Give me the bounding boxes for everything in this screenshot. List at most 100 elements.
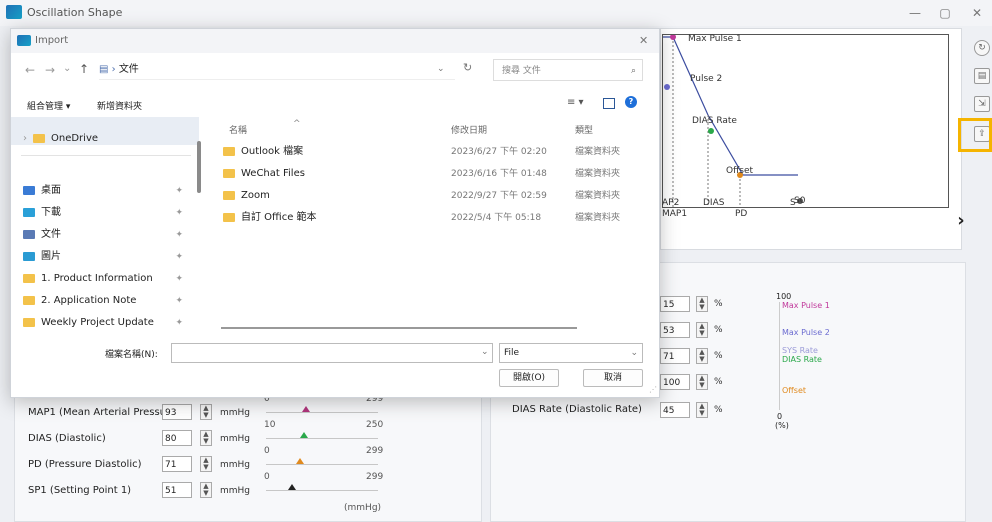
horizontal-scrollbar[interactable] xyxy=(221,327,577,329)
pressure-label: PD (Pressure Diastolic) xyxy=(28,459,142,470)
minimize-button[interactable]: — xyxy=(900,4,930,22)
sidebar-item[interactable]: 桌面 ✦ xyxy=(23,181,193,201)
file-row[interactable]: 自訂 Office 範本 2022/5/4 下午 05:18 檔案資料夾 xyxy=(217,207,637,229)
file-type: 檔案資料夾 xyxy=(575,147,621,157)
pressure-label: DIAS (Diastolic) xyxy=(28,433,106,444)
folder-icon xyxy=(23,251,35,261)
range-max: 299 xyxy=(366,472,384,482)
open-button[interactable]: 開啟(O) xyxy=(499,369,559,387)
column-date[interactable]: 修改日期 xyxy=(451,123,487,136)
file-row[interactable]: Zoom 2022/9/27 下午 02:59 檔案資料夾 xyxy=(217,185,637,207)
pressure-input[interactable]: 93 xyxy=(162,404,192,420)
maximize-button[interactable]: ▢ xyxy=(930,4,960,22)
slider-thumb[interactable] xyxy=(288,484,296,490)
percent-unit: % xyxy=(714,377,723,387)
filetype-select[interactable]: File ⌄ xyxy=(499,343,643,363)
slider-track xyxy=(266,438,378,439)
expand-chevron-icon[interactable]: › xyxy=(23,133,27,144)
legend-max-pulse-1: Max Pulse 1 xyxy=(782,301,830,310)
point-pulse-2[interactable] xyxy=(664,84,670,90)
point-dias-rate[interactable] xyxy=(708,128,714,134)
pressure-input[interactable]: 71 xyxy=(162,456,192,472)
folder-icon xyxy=(23,207,35,217)
sidebar-item[interactable]: 下載 ✦ xyxy=(23,203,193,223)
pressure-input[interactable]: 51 xyxy=(162,482,192,498)
slider-thumb[interactable] xyxy=(302,406,310,412)
folder-icon xyxy=(23,295,35,305)
next-chart-button[interactable]: › xyxy=(950,210,972,232)
range-min: 0 xyxy=(264,446,270,456)
percent-input[interactable]: 71 xyxy=(660,348,690,364)
close-button[interactable]: ✕ xyxy=(962,4,992,22)
sidebar-item-label: 下載 xyxy=(41,207,61,218)
percent-input[interactable]: 45 xyxy=(660,402,690,418)
filename-dropdown-icon[interactable]: ⌄ xyxy=(481,347,489,357)
view-menu-icon[interactable]: ≡ ▾ xyxy=(567,97,584,108)
sidebar-item[interactable]: Weekly Project Update ✦ xyxy=(23,313,193,333)
column-type[interactable]: 類型 xyxy=(575,123,593,136)
percent-stepper[interactable]: ▲ ▼ xyxy=(696,322,708,338)
column-name[interactable]: 名稱 xyxy=(229,123,247,136)
file-name: Outlook 檔案 xyxy=(241,146,304,157)
slider-thumb[interactable] xyxy=(296,458,304,464)
file-type: 檔案資料夾 xyxy=(575,169,621,179)
point-max-pulse-1[interactable] xyxy=(670,34,676,40)
pressure-stepper[interactable]: ▲ ▼ xyxy=(200,430,212,446)
pressure-stepper[interactable]: ▲ ▼ xyxy=(200,404,212,420)
sidebar-item[interactable]: 2. Application Note ✦ xyxy=(23,291,193,311)
sidebar-item[interactable]: › OneDrive xyxy=(23,129,193,149)
percent-unit: % xyxy=(714,299,723,309)
sidebar-item-label: 2. Application Note xyxy=(41,295,137,306)
refresh-button[interactable]: ↻ xyxy=(463,61,472,74)
percent-stepper[interactable]: ▲ ▼ xyxy=(696,374,708,390)
address-dropdown[interactable]: ⌄ xyxy=(437,64,445,74)
percent-input[interactable]: 15 xyxy=(660,296,690,312)
pressure-panel xyxy=(14,380,482,522)
file-name: 自訂 Office 範本 xyxy=(241,212,317,223)
folder-icon xyxy=(23,273,35,283)
filetype-value: File xyxy=(504,348,520,358)
preview-pane-icon[interactable] xyxy=(603,98,615,109)
range-max: 299 xyxy=(366,446,384,456)
percent-stepper[interactable]: ▲ ▼ xyxy=(696,296,708,312)
percent-stepper[interactable]: ▲ ▼ xyxy=(696,348,708,364)
resize-grip[interactable]: ⋰ xyxy=(649,385,657,394)
search-box[interactable]: 搜尋 文件 ⌕ xyxy=(493,59,643,81)
pressure-stepper[interactable]: ▲ ▼ xyxy=(200,482,212,498)
sidebar-item[interactable]: 圖片 ✦ xyxy=(23,247,193,267)
pressure-input[interactable]: 80 xyxy=(162,430,192,446)
sort-caret-icon: ^ xyxy=(293,119,301,129)
slider-track xyxy=(266,464,378,465)
slider-thumb[interactable] xyxy=(300,432,308,438)
pressure-stepper[interactable]: ▲ ▼ xyxy=(200,456,212,472)
dialog-close-button[interactable]: ✕ xyxy=(639,34,648,47)
legend-axis xyxy=(779,302,780,410)
help-icon[interactable]: ? xyxy=(625,96,637,108)
file-row[interactable]: Outlook 檔案 2023/6/27 下午 02:20 檔案資料夾 xyxy=(217,141,637,163)
sidebar-item-label: 文件 xyxy=(41,229,61,240)
label-dias-rate: DIAS Rate xyxy=(692,116,737,126)
refresh-icon[interactable]: ↻ xyxy=(974,40,990,56)
sidebar-item-label: OneDrive xyxy=(51,133,99,144)
percent-input[interactable]: 100 xyxy=(660,374,690,390)
file-row[interactable]: WeChat Files 2023/6/16 下午 01:48 檔案資料夾 xyxy=(217,163,637,185)
percent-stepper[interactable]: ▲ ▼ xyxy=(696,402,708,418)
percent-input[interactable]: 53 xyxy=(660,322,690,338)
sidebar-item[interactable]: 1. Product Information ✦ xyxy=(23,269,193,289)
pressure-unit: mmHg xyxy=(220,434,251,444)
file-type: 檔案資料夾 xyxy=(575,191,621,201)
filetype-dropdown-icon: ⌄ xyxy=(630,348,638,358)
sidebar-item[interactable]: 文件 ✦ xyxy=(23,225,193,245)
pin-icon: ✦ xyxy=(175,208,183,218)
image-icon[interactable]: ▤ xyxy=(974,68,990,84)
range-max: 250 xyxy=(366,420,384,430)
sidebar-item-label: 圖片 xyxy=(41,251,61,262)
file-date: 2022/9/27 下午 02:59 xyxy=(451,191,547,201)
export-icon[interactable]: ⇲ xyxy=(974,96,990,112)
legend-offset: Offset xyxy=(782,386,807,395)
filename-input[interactable] xyxy=(171,343,493,363)
file-name: Zoom xyxy=(241,190,270,201)
folder-icon xyxy=(33,133,45,143)
sidebar-scrollbar[interactable] xyxy=(197,141,201,193)
cancel-button[interactable]: 取消 xyxy=(583,369,643,387)
